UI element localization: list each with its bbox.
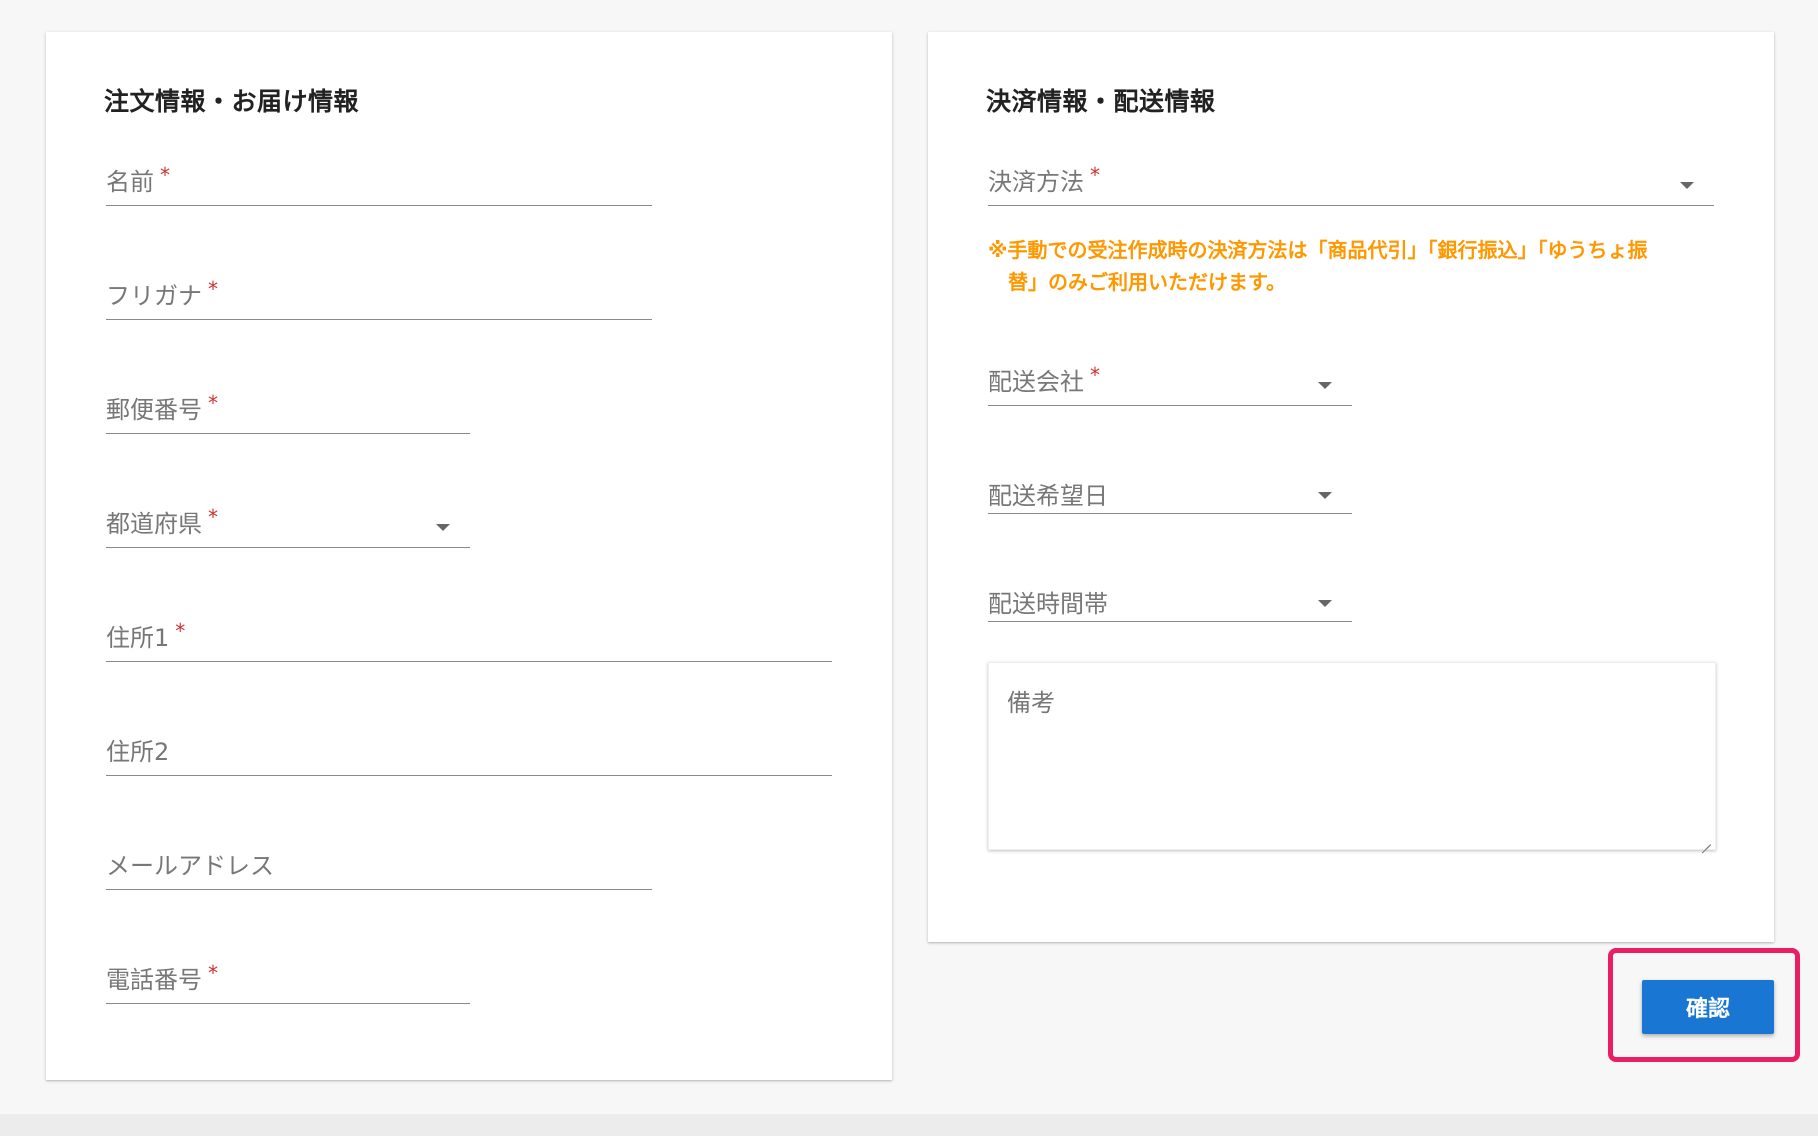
delivery-time-select[interactable]: 配送時間帯 bbox=[988, 584, 1352, 622]
order-card-title: 注文情報・お届け情報 bbox=[104, 87, 360, 116]
caret-down-icon bbox=[1318, 382, 1332, 389]
caret-down-icon bbox=[1680, 182, 1694, 189]
email-label: メールアドレス bbox=[106, 852, 274, 880]
caret-down-icon bbox=[436, 524, 450, 531]
name-label: 名前 bbox=[106, 168, 154, 196]
prefecture-select[interactable]: 都道府県 * bbox=[106, 504, 470, 548]
address1-label: 住所1 bbox=[106, 624, 170, 652]
required-mark: * bbox=[1090, 163, 1100, 187]
delivery-date-label: 配送希望日 bbox=[988, 482, 1108, 510]
required-mark: * bbox=[208, 961, 218, 985]
payment-method-label: 決済方法 bbox=[988, 168, 1084, 196]
furigana-underline bbox=[106, 319, 652, 320]
name-field[interactable]: 名前 * bbox=[106, 162, 652, 206]
delivery-date-underline bbox=[988, 513, 1352, 514]
payment-method-note: ※手動での受注作成時の決済方法は「商品代引」「銀行振込」「ゆうちょ振替」のみご利… bbox=[988, 238, 1648, 294]
phone-field[interactable]: 電話番号 * bbox=[106, 960, 470, 1004]
required-mark: * bbox=[160, 163, 170, 187]
caret-down-icon bbox=[1318, 492, 1332, 499]
address1-field[interactable]: 住所1 * bbox=[106, 618, 832, 662]
furigana-field[interactable]: フリガナ * bbox=[106, 276, 652, 320]
payment-method-select[interactable]: 決済方法 * bbox=[988, 162, 1714, 206]
delivery-company-select[interactable]: 配送会社 * bbox=[988, 362, 1352, 406]
phone-label: 電話番号 bbox=[106, 966, 202, 994]
email-field[interactable]: メールアドレス bbox=[106, 846, 652, 890]
payment-method-underline bbox=[988, 205, 1714, 206]
furigana-label: フリガナ bbox=[106, 282, 202, 310]
postal-code-field[interactable]: 郵便番号 * bbox=[106, 390, 470, 434]
address2-field[interactable]: 住所2 bbox=[106, 732, 832, 776]
page-footer-strip bbox=[0, 1114, 1818, 1136]
prefecture-label: 都道府県 bbox=[106, 510, 202, 538]
payment-card-title: 決済情報・配送情報 bbox=[986, 87, 1216, 116]
payment-delivery-card: 決済情報・配送情報 決済方法 * ※手動での受注作成時の決済方法は「商品代引」「銀… bbox=[928, 32, 1774, 942]
prefecture-underline bbox=[106, 547, 470, 548]
required-mark: * bbox=[208, 505, 218, 529]
confirm-button[interactable]: 確認 bbox=[1642, 980, 1774, 1034]
caret-down-icon bbox=[1318, 600, 1332, 607]
delivery-date-select[interactable]: 配送希望日 bbox=[988, 476, 1352, 514]
email-underline bbox=[106, 889, 652, 890]
delivery-time-label: 配送時間帯 bbox=[988, 590, 1108, 618]
delivery-company-underline bbox=[988, 405, 1352, 406]
resize-handle-icon[interactable] bbox=[1701, 835, 1711, 854]
phone-underline bbox=[106, 1003, 470, 1004]
required-mark: * bbox=[208, 277, 218, 301]
delivery-time-underline bbox=[988, 621, 1352, 622]
address1-underline bbox=[106, 661, 832, 662]
delivery-company-label: 配送会社 bbox=[988, 368, 1084, 396]
name-underline bbox=[106, 205, 652, 206]
postal-code-label: 郵便番号 bbox=[106, 396, 202, 424]
required-mark: * bbox=[175, 619, 186, 643]
address2-underline bbox=[106, 775, 832, 776]
remarks-textarea[interactable]: 備考 bbox=[988, 662, 1716, 854]
remarks-placeholder: 備考 bbox=[1007, 689, 1055, 717]
postal-code-underline bbox=[106, 433, 470, 434]
address2-label: 住所2 bbox=[106, 738, 170, 766]
required-mark: * bbox=[1090, 363, 1100, 387]
order-info-card: 注文情報・お届け情報 名前 * フリガナ * 郵便番号 * 都道府県 * 住所1 * 住所… bbox=[46, 32, 892, 1080]
required-mark: * bbox=[208, 391, 218, 415]
